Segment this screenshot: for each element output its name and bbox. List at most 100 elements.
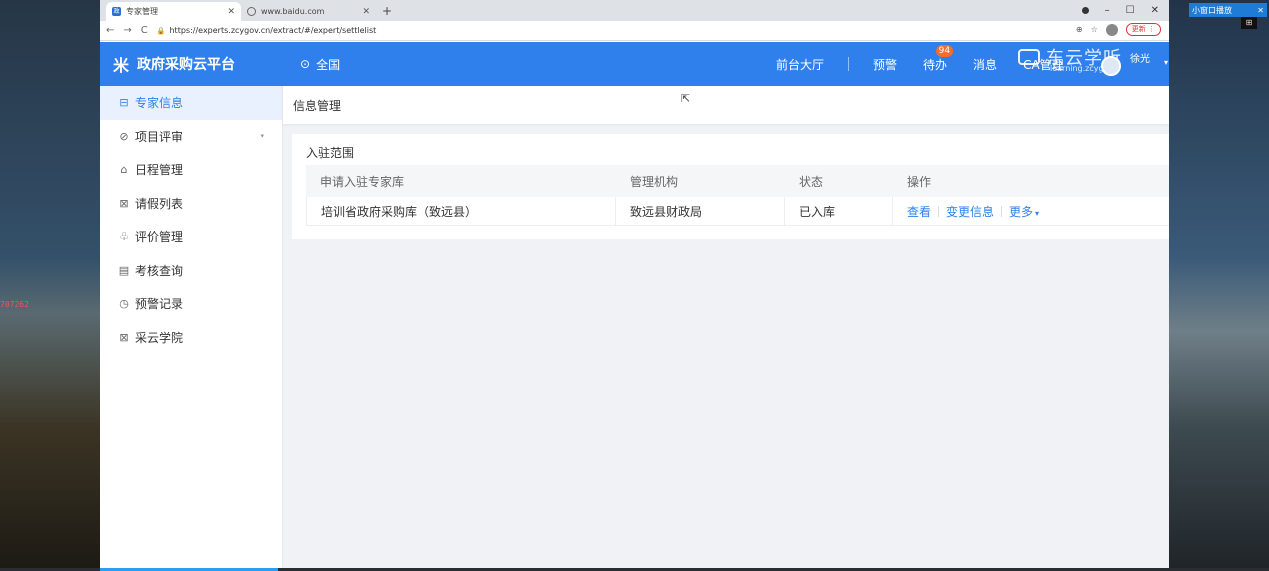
star-icon[interactable]: ☆ xyxy=(1091,25,1098,34)
reload-button[interactable]: C xyxy=(141,25,148,36)
chevron-down-icon[interactable]: ▾ xyxy=(1164,58,1168,67)
action-divider xyxy=(938,205,940,217)
side-number: 707262 xyxy=(0,300,29,309)
leave-icon: ⊠ xyxy=(119,196,129,210)
academy-icon: ⊠ xyxy=(119,330,129,344)
globe-icon xyxy=(247,7,256,16)
url-field[interactable]: 🔒 https://experts.zcygov.cn/extract/#/ex… xyxy=(157,26,377,35)
status-cell: 已入库 xyxy=(785,197,893,225)
sidebar-item-schedule[interactable]: ⌂ 日程管理 xyxy=(100,153,282,187)
desktop-wallpaper-left: 707262 xyxy=(0,0,100,571)
main-content: 信息管理 ⇱ 入驻范围 申请入驻专家库 管理机构 状态 操作 培训省政府采购库（… xyxy=(283,86,1169,568)
logo-icon: 米 xyxy=(113,56,130,75)
tab-expert-management[interactable]: 政 专家管理 ✕ xyxy=(106,2,241,21)
column-header: 申请入驻专家库 xyxy=(320,174,405,189)
sidebar-item-academy[interactable]: ⊠ 采云学院 xyxy=(100,321,282,355)
home-icon: ⌂ xyxy=(120,163,128,177)
app-logo[interactable]: 米 政府采购云平台 xyxy=(100,52,290,76)
sidebar-item-evaluation[interactable]: ♧ 评价管理 xyxy=(100,220,282,254)
user-name[interactable]: 徐光 xyxy=(1130,50,1150,65)
desktop-wallpaper-right xyxy=(1169,0,1269,571)
evaluation-icon: ♧ xyxy=(119,230,129,244)
chevron-down-icon: ▾ xyxy=(260,132,264,141)
tab-title: 专家管理 xyxy=(126,7,158,16)
nav-messages[interactable]: 消息 xyxy=(973,56,997,73)
nav-divider xyxy=(848,57,850,71)
nav-todo-label: 待办 xyxy=(923,57,948,72)
nav-warning[interactable]: 预警 xyxy=(873,56,897,73)
sidebar-item-label: 评价管理 xyxy=(135,230,184,245)
site-favicon-icon: 政 xyxy=(112,7,121,16)
mini-window-label: 小窗口播放 xyxy=(1192,5,1232,15)
sidebar-item-label: 项目评审 xyxy=(135,129,184,144)
tab-close-icon[interactable]: ✕ xyxy=(227,7,235,17)
corner-icon[interactable]: ⊞ xyxy=(1241,17,1257,29)
user-avatar[interactable] xyxy=(1101,56,1121,76)
sidebar-item-assessment[interactable]: ▤ 考核查询 xyxy=(100,254,282,288)
card-title: 入驻范围 xyxy=(306,146,355,160)
tab-close-icon[interactable]: ✕ xyxy=(362,7,370,17)
update-button[interactable]: 更新 ⋮ xyxy=(1125,23,1161,36)
header-nav: 前台大厅 预警 待办 94 消息 CA管理 xyxy=(776,42,1064,86)
action-divider xyxy=(1001,205,1003,217)
profile-avatar[interactable] xyxy=(1105,23,1118,36)
nav-todo[interactable]: 待办 94 xyxy=(923,44,954,73)
sidebar-item-label: 预警记录 xyxy=(135,297,184,312)
chevron-down-icon: ▾ xyxy=(1035,208,1040,218)
change-info-link[interactable]: 变更信息 xyxy=(946,203,994,220)
mouse-cursor-icon: ⇱ xyxy=(681,92,691,105)
more-dropdown[interactable]: 更多 ▾ xyxy=(1009,203,1039,220)
org-cell: 致远县财政局 xyxy=(616,197,785,225)
address-bar: ← → C 🔒 https://experts.zcygov.cn/extrac… xyxy=(100,21,1169,41)
sidebar-item-label: 请假列表 xyxy=(135,196,184,211)
sidebar-item-project-review[interactable]: ⊘ 项目评审 ▾ xyxy=(100,120,282,154)
page-title: 信息管理 xyxy=(293,98,342,113)
window-controls: – ☐ ✕ xyxy=(1081,0,1169,21)
settle-table: 申请入驻专家库 管理机构 状态 操作 培训省政府采购库（致远县） 致远县财政局 … xyxy=(306,165,1169,226)
breadcrumb: 信息管理 xyxy=(283,86,1169,124)
sidebar-item-label: 日程管理 xyxy=(135,163,184,178)
new-tab-button[interactable]: + xyxy=(376,2,398,21)
clock-icon: ◷ xyxy=(119,297,129,311)
location-icon: ⊙ xyxy=(300,57,311,71)
sidebar-item-label: 考核查询 xyxy=(135,263,184,278)
close-window-button[interactable]: ✕ xyxy=(1151,5,1159,16)
nav-ca-management[interactable]: CA管理 xyxy=(1023,56,1064,73)
close-icon[interactable]: ✕ xyxy=(1257,6,1264,15)
view-link[interactable]: 查看 xyxy=(907,203,931,220)
settle-scope-card: 入驻范围 申请入驻专家库 管理机构 状态 操作 培训省政府采购库（致远县） 致远… xyxy=(292,134,1169,239)
nav-front-hall[interactable]: 前台大厅 xyxy=(776,56,824,73)
sidebar-item-expert-info[interactable]: ⊟ 专家信息 xyxy=(100,86,282,120)
url-text[interactable]: https://experts.zcygov.cn/extract/#/expe… xyxy=(169,26,376,35)
back-button[interactable]: ← xyxy=(106,25,114,36)
sidebar-item-label: 专家信息 xyxy=(135,96,184,111)
mini-window-button[interactable]: 小窗口播放 ✕ xyxy=(1189,3,1267,17)
tab-baidu[interactable]: www.baidu.com ✕ xyxy=(241,2,376,21)
review-icon: ⊘ xyxy=(119,129,129,143)
region-selector[interactable]: ⊙ 全国 xyxy=(300,56,340,73)
table-row: 培训省政府采购库（致远县） 致远县财政局 已入库 查看 变更信息 更多 ▾ xyxy=(306,197,1169,226)
table-header: 申请入驻专家库 管理机构 状态 操作 xyxy=(306,165,1169,197)
maximize-button[interactable]: ☐ xyxy=(1126,5,1135,16)
sidebar-item-warning-records[interactable]: ◷ 预警记录 xyxy=(100,287,282,321)
column-header: 状态 xyxy=(799,174,824,189)
library-cell: 培训省政府采购库（致远县） xyxy=(306,197,616,225)
sidebar-item-leave-list[interactable]: ⊠ 请假列表 xyxy=(100,187,282,221)
zoom-icon[interactable]: ⊕ xyxy=(1076,25,1083,34)
sidebar: ⊟ 专家信息 ⊘ 项目评审 ▾ ⌂ 日程管理 ⊠ 请假列表 ♧ 评价管理 ▤ 考… xyxy=(100,86,283,568)
browser-window: 政 专家管理 ✕ www.baidu.com ✕ + – ☐ ✕ ← → C 🔒… xyxy=(100,0,1169,568)
document-icon: ▤ xyxy=(118,263,130,277)
column-header: 管理机构 xyxy=(630,174,679,189)
address-bar-actions: ⊕ ☆ 更新 ⋮ xyxy=(1076,23,1161,36)
column-header: 操作 xyxy=(907,174,932,189)
actions-cell: 查看 变更信息 更多 ▾ xyxy=(893,197,1169,225)
minimize-button[interactable]: – xyxy=(1105,5,1110,16)
more-label: 更多 xyxy=(1009,204,1034,219)
tab-bar: 政 专家管理 ✕ www.baidu.com ✕ + – ☐ ✕ xyxy=(100,0,1169,21)
logo-text: 政府采购云平台 xyxy=(137,57,236,73)
record-icon[interactable] xyxy=(1081,7,1089,14)
todo-count-badge: 94 xyxy=(935,44,954,57)
lock-icon: 🔒 xyxy=(156,26,166,35)
region-label: 全国 xyxy=(316,57,341,72)
forward-button[interactable]: → xyxy=(123,25,131,36)
